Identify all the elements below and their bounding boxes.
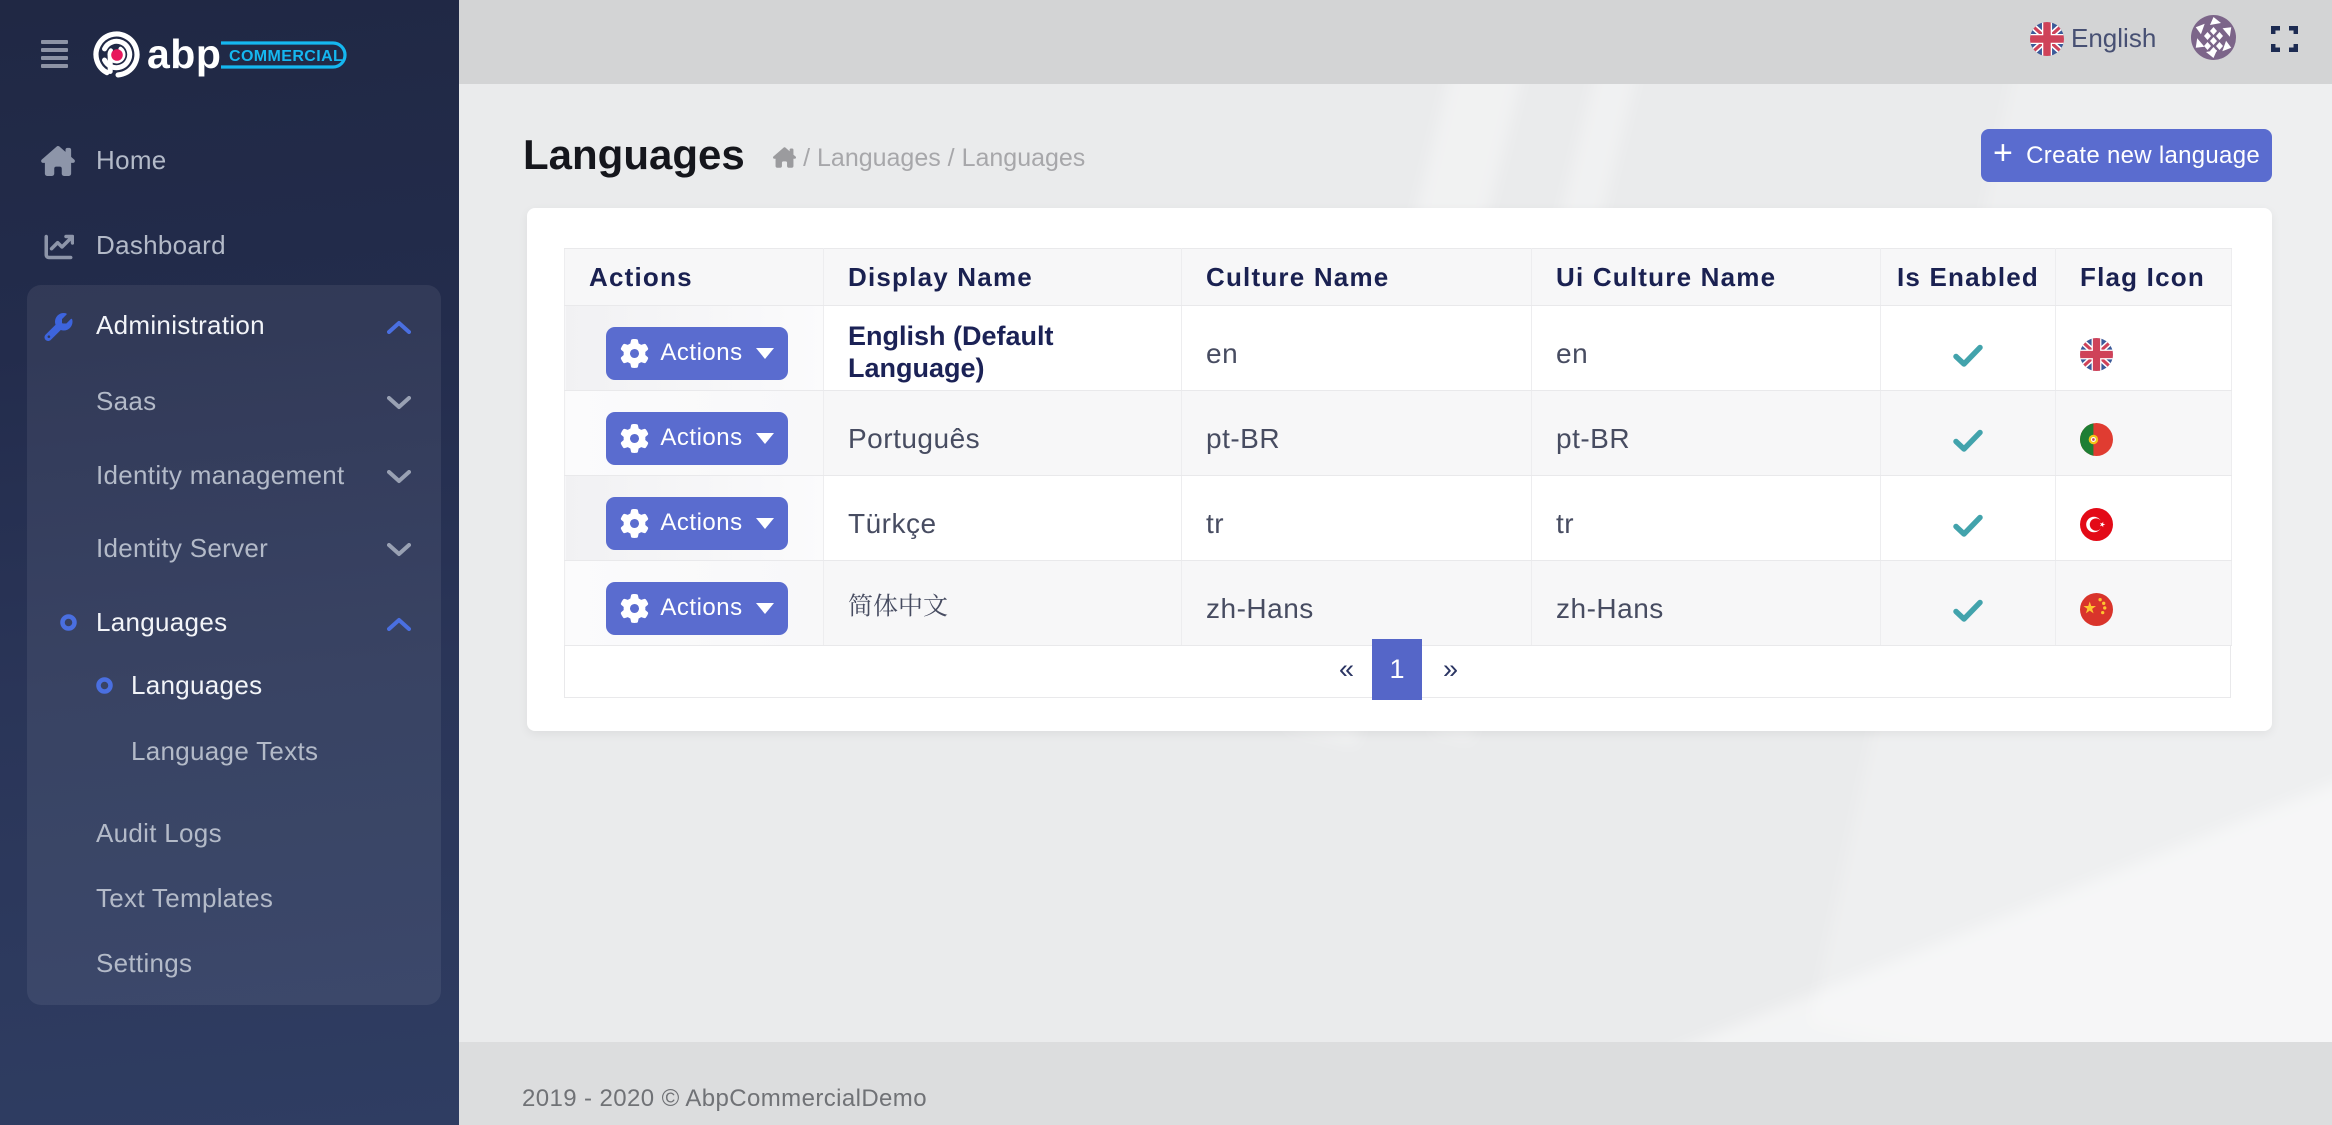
svg-text:COMMERCIAL: COMMERCIAL — [229, 48, 343, 65]
